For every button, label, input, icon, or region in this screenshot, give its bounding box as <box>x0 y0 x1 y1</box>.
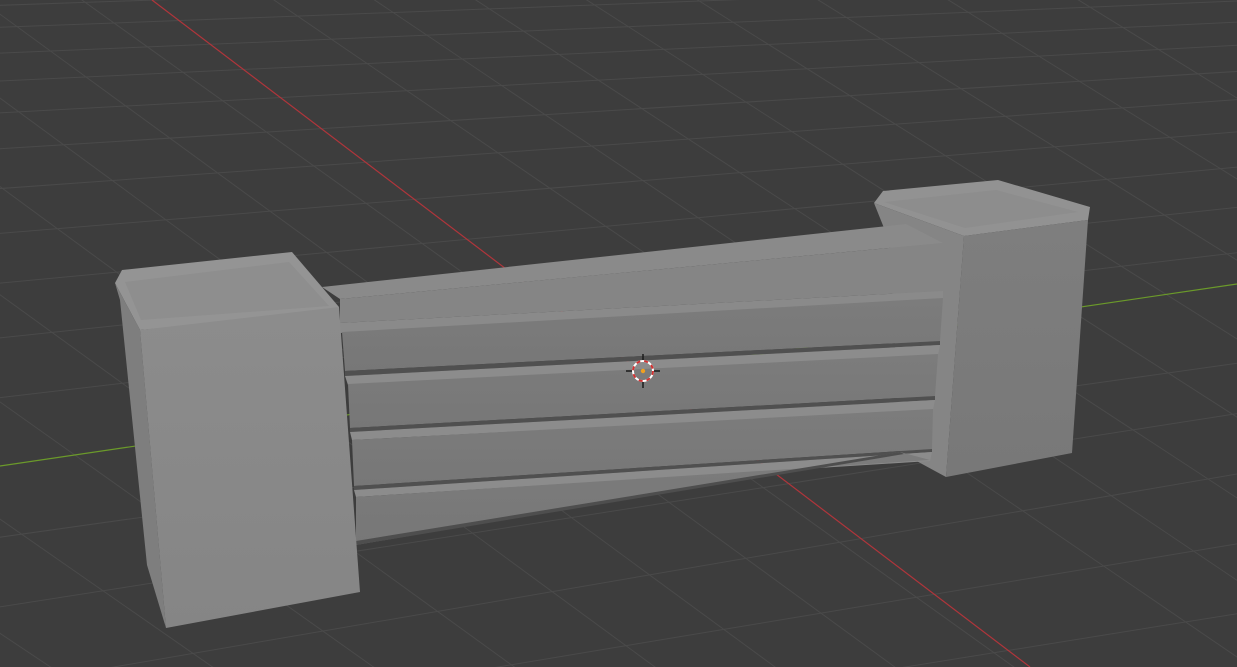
left-post[interactable] <box>115 252 360 628</box>
3d-viewport[interactable] <box>0 0 1237 667</box>
viewport-canvas[interactable] <box>0 0 1237 667</box>
object-origin-dot <box>640 368 646 374</box>
